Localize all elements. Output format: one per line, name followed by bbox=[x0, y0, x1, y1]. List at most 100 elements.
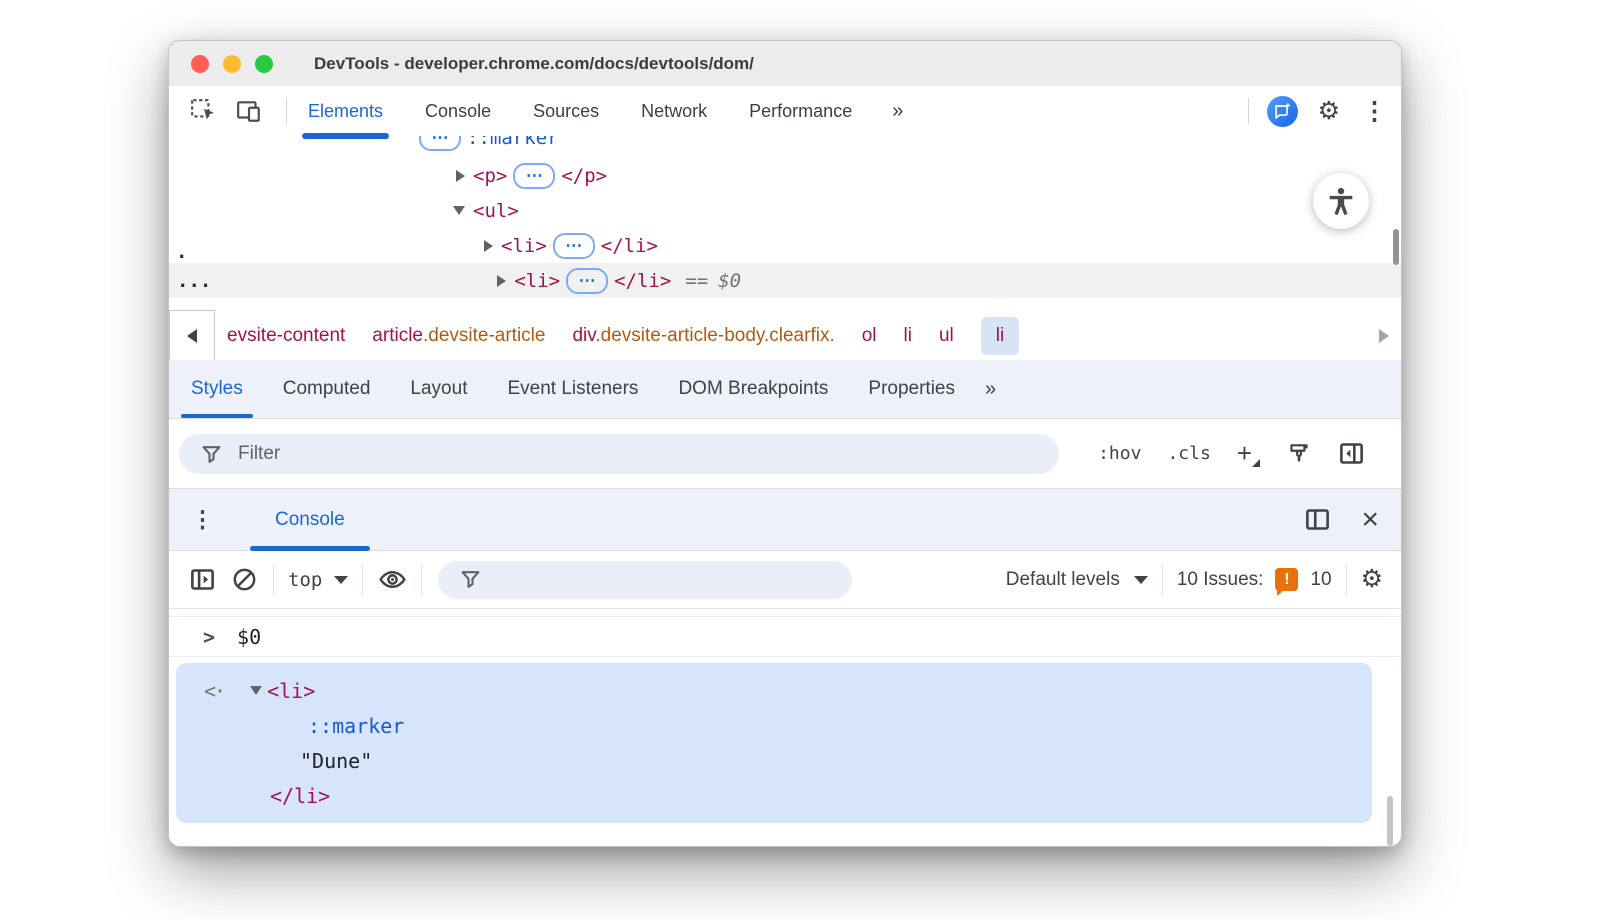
tab-styles[interactable]: Styles bbox=[181, 360, 253, 418]
expand-ellipsis-icon[interactable]: ⋯ bbox=[513, 163, 555, 189]
issues-label: 10 Issues: bbox=[1177, 569, 1264, 591]
breadcrumb-items: evsite-content article.devsite-article d… bbox=[227, 317, 1019, 355]
crumb-li-selected[interactable]: li bbox=[981, 317, 1019, 355]
close-window-button[interactable] bbox=[191, 55, 209, 73]
accessibility-fab[interactable] bbox=[1313, 173, 1369, 229]
kebab-menu-icon[interactable]: ⋮ bbox=[1362, 99, 1387, 124]
expand-arrow-icon[interactable] bbox=[456, 170, 465, 182]
tab-properties[interactable]: Properties bbox=[858, 360, 965, 418]
crumb-ol[interactable]: ol bbox=[862, 325, 877, 347]
console-result-highlighted[interactable]: <· <li> ::marker "Dune" </li> bbox=[176, 663, 1372, 823]
dollar-zero-ref: $0 bbox=[718, 270, 741, 292]
result-line-close: </li> bbox=[270, 778, 330, 813]
overflow-dots: ... bbox=[177, 270, 211, 292]
minimize-window-button[interactable] bbox=[223, 55, 241, 73]
expand-arrow-icon[interactable] bbox=[497, 275, 506, 287]
expand-ellipsis-icon[interactable]: ⋯ bbox=[566, 268, 608, 294]
clear-console-icon[interactable] bbox=[229, 565, 259, 595]
more-panes-icon[interactable]: » bbox=[985, 378, 994, 401]
exclamation: ! bbox=[1284, 571, 1289, 589]
styles-filter-input[interactable]: Filter bbox=[179, 434, 1059, 474]
pseudo-state-toggle[interactable]: :hov bbox=[1098, 443, 1141, 464]
tab-computed[interactable]: Computed bbox=[273, 360, 381, 418]
console-drawer-header: ⋮ Console × bbox=[169, 488, 1401, 551]
console-sidebar-icon[interactable] bbox=[187, 565, 217, 595]
elements-dom-tree: ⋯ ::marker <p> ⋯ </p> <ul> <li> ⋯ </li> … bbox=[169, 136, 1401, 311]
crumb-tag: article bbox=[372, 325, 423, 346]
filter-funnel-icon bbox=[201, 444, 222, 465]
issues-counter[interactable]: 10 Issues: ! 10 bbox=[1177, 568, 1332, 591]
tab-dom-breakpoints[interactable]: DOM Breakpoints bbox=[668, 360, 838, 418]
tab-console[interactable]: Console bbox=[423, 86, 493, 136]
inspect-element-icon[interactable] bbox=[189, 97, 217, 125]
drawer-kebab-menu-icon[interactable]: ⋮ bbox=[191, 508, 214, 531]
expand-ellipsis-icon[interactable]: ⋯ bbox=[553, 233, 595, 259]
tab-layout[interactable]: Layout bbox=[400, 360, 477, 418]
main-tabs: Elements Console Sources Network Perform… bbox=[306, 86, 901, 136]
breadcrumb-next-icon[interactable] bbox=[1379, 329, 1389, 343]
crumb-article[interactable]: article.devsite-article bbox=[372, 325, 545, 347]
crumb-devsite-content[interactable]: evsite-content bbox=[227, 325, 345, 347]
more-tabs-icon[interactable]: » bbox=[892, 100, 901, 123]
console-command-row[interactable]: > $0 bbox=[169, 616, 1401, 657]
settings-gear-icon[interactable]: ⚙ bbox=[1318, 99, 1340, 124]
command-text: $0 bbox=[237, 625, 261, 649]
maximize-window-button[interactable] bbox=[255, 55, 273, 73]
context-selector[interactable]: top bbox=[288, 569, 348, 591]
crumb-tag: evsite-content bbox=[227, 325, 345, 346]
tab-performance[interactable]: Performance bbox=[747, 86, 854, 136]
crumb-ul[interactable]: ul bbox=[939, 325, 954, 347]
context-label: top bbox=[288, 569, 322, 591]
rendering-brush-icon[interactable] bbox=[1286, 441, 1312, 467]
crumb-li[interactable]: li bbox=[904, 325, 912, 347]
close-drawer-icon[interactable]: × bbox=[1361, 505, 1379, 535]
tab-event-listeners[interactable]: Event Listeners bbox=[497, 360, 648, 418]
log-levels-selector[interactable]: Default levels bbox=[1006, 569, 1148, 591]
split-panel-icon[interactable] bbox=[1304, 506, 1331, 533]
toolbar-divider bbox=[362, 565, 363, 595]
ai-assistance-icon[interactable] bbox=[1267, 96, 1298, 127]
dom-row-li-1[interactable]: <li> ⋯ </li> bbox=[169, 228, 1401, 263]
elements-scrollbar-thumb[interactable] bbox=[1393, 229, 1399, 265]
crumb-div[interactable]: div.devsite-article-body.clearfix. bbox=[572, 325, 834, 347]
equals-sign: == bbox=[685, 270, 708, 292]
show-sidebar-panel-icon[interactable] bbox=[1338, 440, 1365, 467]
class-toggle[interactable]: .cls bbox=[1167, 443, 1210, 464]
pseudo-marker-text: ::marker bbox=[308, 714, 404, 738]
styles-toolbar: Filter :hov .cls + bbox=[169, 419, 1401, 488]
toolbar-divider bbox=[421, 565, 422, 595]
collapse-arrow-icon[interactable] bbox=[453, 206, 465, 215]
node-text-content: "Dune" bbox=[300, 749, 372, 773]
expand-ellipsis-icon[interactable]: ⋯ bbox=[419, 136, 461, 151]
new-style-rule-button[interactable]: + bbox=[1237, 438, 1260, 469]
console-scrollbar-thumb[interactable] bbox=[1387, 796, 1393, 846]
crumb-tag: li bbox=[996, 325, 1004, 346]
tab-network[interactable]: Network bbox=[639, 86, 709, 136]
console-settings-gear-icon[interactable]: ⚙ bbox=[1361, 567, 1383, 592]
tab-elements[interactable]: Elements bbox=[306, 86, 385, 136]
crumb-tag: ol bbox=[862, 325, 877, 346]
breadcrumb-prev-button[interactable] bbox=[169, 310, 215, 361]
device-toolbar-icon[interactable] bbox=[235, 97, 263, 125]
console-toolbar: top Default levels 10 Issues: bbox=[169, 551, 1401, 609]
collapse-arrow-icon[interactable] bbox=[250, 686, 262, 695]
expand-arrow-icon[interactable] bbox=[484, 240, 493, 252]
tag-open: <p> bbox=[473, 165, 507, 187]
tag-close: </li> bbox=[601, 235, 658, 257]
return-value-icon: <· bbox=[204, 679, 224, 703]
plus-label: + bbox=[1237, 438, 1252, 468]
live-expression-eye-icon[interactable] bbox=[377, 565, 407, 595]
tag-open: <li> bbox=[501, 235, 547, 257]
filter-funnel-icon bbox=[460, 569, 481, 590]
tab-sources[interactable]: Sources bbox=[531, 86, 601, 136]
dom-row-p[interactable]: <p> ⋯ </p> bbox=[169, 158, 1401, 193]
dom-row-li-selected[interactable]: ... <li> ⋯ </li> == $0 bbox=[169, 263, 1401, 298]
drawer-tab-console[interactable]: Console bbox=[250, 489, 370, 550]
styles-toolbar-buttons: :hov .cls + bbox=[1098, 419, 1365, 488]
dom-row-ul[interactable]: <ul> bbox=[169, 193, 1401, 228]
pseudo-marker-text: ::marker bbox=[467, 136, 559, 149]
issues-badge-icon: ! bbox=[1275, 568, 1298, 591]
devtools-window: DevTools - developer.chrome.com/docs/dev… bbox=[168, 40, 1402, 847]
drawer-header-controls: × bbox=[1304, 505, 1401, 535]
console-filter-input[interactable] bbox=[438, 561, 852, 599]
